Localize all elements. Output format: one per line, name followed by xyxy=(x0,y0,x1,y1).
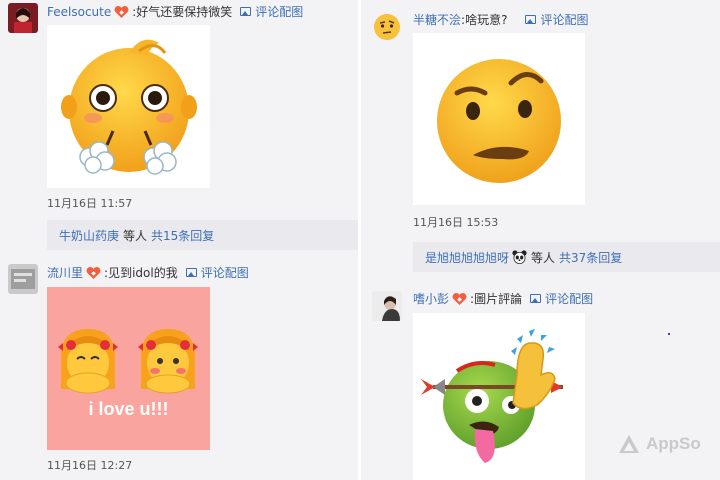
fan-badge-icon: ◆ xyxy=(113,5,130,19)
avatar[interactable] xyxy=(372,12,402,42)
reply-etc: 等人 xyxy=(123,228,148,243)
username-link[interactable]: 半糖不浍 xyxy=(413,11,461,28)
reply-summary[interactable]: 牛奶山药庚 等人 共15条回复 xyxy=(47,220,358,250)
comment-header: Feelsocute ◆ : 好气还要保持微笑 评论配图 xyxy=(47,3,303,20)
reply-count-link[interactable]: 共37条回复 xyxy=(559,249,622,266)
girl-emoji-right xyxy=(138,329,198,394)
reply-summary[interactable]: 是旭旭旭旭旭呀 等人 共37条回复 xyxy=(413,242,720,272)
comment-picture-link[interactable]: 评论配图 xyxy=(525,11,588,28)
comment-time: 11月16日 15:53 xyxy=(413,216,499,229)
picture-link-label: 评论配图 xyxy=(200,266,249,280)
avatar[interactable] xyxy=(8,264,38,294)
picture-link-label: 评论配图 xyxy=(540,13,589,27)
comment-image[interactable] xyxy=(413,33,585,205)
picture-icon xyxy=(525,15,537,24)
username-link[interactable]: Feelsocute xyxy=(47,5,111,19)
watermark-text: AppSo xyxy=(646,434,701,453)
picture-icon xyxy=(185,268,197,277)
comment-time: 11月16日 11:57 xyxy=(47,197,133,210)
appso-logo-icon xyxy=(618,434,640,454)
reply-etc: 等人 xyxy=(531,250,556,265)
comment-header: 半糖不浍 : 啥玩意? 评论配图 xyxy=(413,11,588,28)
girl-emoji-left xyxy=(58,329,118,394)
comment-image[interactable] xyxy=(47,25,210,188)
picture-icon xyxy=(240,7,252,16)
comment-text: 见到idol的我 xyxy=(108,266,178,280)
comment-text: 啥玩意? xyxy=(465,13,508,27)
reply-user-link[interactable]: 是旭旭旭旭旭呀 xyxy=(425,249,509,266)
comment-text: 圖片評論 xyxy=(474,292,523,306)
username-link[interactable]: 流川里 xyxy=(47,264,83,281)
reply-count-link[interactable]: 共15条回复 xyxy=(151,227,214,244)
reply-user-link[interactable]: 牛奶山药庚 xyxy=(59,227,119,244)
appso-watermark: AppSo xyxy=(618,434,701,454)
picture-link-label: 评论配图 xyxy=(545,292,594,306)
fan-badge-icon: ◆ xyxy=(451,292,468,306)
svg-text:◆: ◆ xyxy=(91,270,96,277)
image-caption: i love u!!! xyxy=(88,399,169,419)
comment-header: 嗜小彭 ◆ : 圖片評論 评论配图 xyxy=(413,290,593,307)
username-link[interactable]: 嗜小彭 xyxy=(413,290,449,307)
svg-text:◆: ◆ xyxy=(119,9,124,16)
fan-badge-icon: ◆ xyxy=(85,266,102,280)
avatar[interactable] xyxy=(372,291,402,321)
comment-image[interactable]: i love u!!! xyxy=(47,287,210,450)
picture-icon xyxy=(530,294,542,303)
picture-link-label: 评论配图 xyxy=(255,5,304,19)
comment-header: 流川里 ◆ : 见到idol的我 评论配图 xyxy=(47,264,249,281)
comment-time: 11月16日 12:27 xyxy=(47,459,133,472)
comment-image[interactable] xyxy=(413,313,585,480)
comment-text: 好气还要保持微笑 xyxy=(136,5,233,19)
comment-picture-link[interactable]: 评论配图 xyxy=(240,3,303,20)
svg-text:◆: ◆ xyxy=(457,296,462,303)
comment-picture-link[interactable]: 评论配图 xyxy=(530,290,593,307)
avatar[interactable] xyxy=(8,3,38,33)
panda-icon xyxy=(512,250,527,264)
comment-picture-link[interactable]: 评论配图 xyxy=(185,264,249,281)
stray-dot xyxy=(668,333,670,335)
